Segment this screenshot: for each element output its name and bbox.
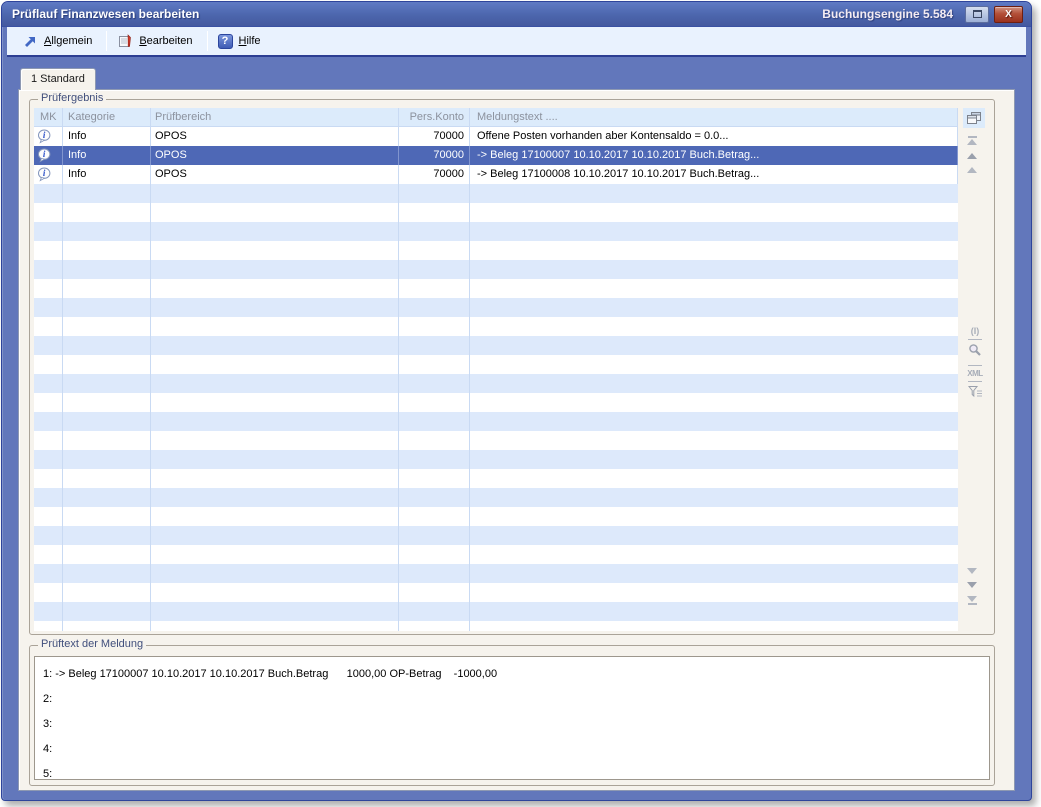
column-header-pruefbereich[interactable]: Prüfbereich: [151, 108, 399, 126]
pruefbereich-cell: OPOS: [151, 165, 399, 184]
kategorie-cell: Info: [63, 146, 151, 165]
bearbeiten-label: Bearbeiten: [139, 35, 192, 47]
scroll-up-button[interactable]: [967, 153, 977, 159]
scroll-up-icon: [967, 153, 977, 159]
table-body: i Info OPOS 70000 Offene Posten vorhande…: [34, 127, 958, 631]
scroll-page-up-button[interactable]: [967, 167, 977, 173]
mk-cell: i: [34, 127, 63, 146]
tab-standard[interactable]: 1 Standard: [20, 68, 96, 90]
table-row-selected[interactable]: i Info OPOS 70000 -> Beleg 17100007 10.1…: [34, 146, 958, 165]
pruefergebnis-groupbox: Prüfergebnis MK Kategorie Prüfbereich Pe…: [29, 99, 995, 635]
toolbar-separator: [106, 31, 107, 51]
tab-page: Prüfergebnis MK Kategorie Prüfbereich Pe…: [18, 89, 1015, 791]
mk-cell: i: [34, 146, 63, 165]
prueftext-line-2: 2:: [43, 687, 989, 712]
prueftext-line-3: 3:: [43, 712, 989, 737]
scroll-page-down-button[interactable]: [967, 568, 977, 574]
table-tools-group: (I) XML: [965, 326, 985, 403]
column-divider: [469, 127, 470, 631]
xml-export-button[interactable]: XML: [967, 369, 982, 378]
column-chooser-button[interactable]: [963, 108, 985, 128]
toolbar-separator: [207, 31, 208, 51]
scroll-down-icon: [967, 582, 977, 588]
table-header-row: MK Kategorie Prüfbereich Pers.Konto Meld…: [34, 108, 958, 127]
close-button[interactable]: X: [994, 6, 1023, 23]
prueftext-line-4: 4:: [43, 737, 989, 762]
prueftext-line-5: 5:: [43, 762, 989, 780]
restore-icon: [973, 10, 982, 18]
application-window: Prüflauf Finanzwesen bearbeiten Buchungs…: [1, 1, 1032, 801]
scroll-page-down-icon: [967, 568, 977, 574]
filter-button[interactable]: [968, 385, 983, 403]
window-title: Prüflauf Finanzwesen bearbeiten: [12, 7, 199, 21]
column-divider: [150, 127, 151, 631]
brackets-info-button[interactable]: (I): [971, 326, 980, 336]
table-row[interactable]: i Info OPOS 70000 Offene Posten vorhande…: [34, 127, 958, 146]
search-icon: [968, 343, 982, 357]
hilfe-button[interactable]: ? Hilfe: [210, 29, 273, 53]
meldungstext-cell: Offene Posten vorhanden aber Kontensaldo…: [470, 127, 958, 146]
column-header-mk[interactable]: MK: [34, 108, 63, 126]
result-table: MK Kategorie Prüfbereich Pers.Konto Meld…: [34, 108, 958, 632]
kategorie-cell: Info: [63, 127, 151, 146]
scroll-down-button[interactable]: [967, 582, 977, 588]
pers-konto-cell: 70000: [399, 146, 470, 165]
kategorie-cell: Info: [63, 165, 151, 184]
scroll-to-bottom-button[interactable]: [967, 596, 977, 605]
table-side-toolbar: (I) XML: [963, 108, 989, 632]
prueftext-groupbox: Prüftext der Meldung 1: -> Beleg 1710000…: [29, 645, 995, 786]
allgemein-button[interactable]: Allgemein: [15, 29, 104, 53]
column-divider: [62, 127, 63, 631]
pruefbereich-cell: OPOS: [151, 146, 399, 165]
column-chooser-icon: [966, 111, 982, 125]
search-button[interactable]: [968, 343, 982, 362]
help-icon: ?: [218, 34, 233, 49]
restore-button[interactable]: [965, 6, 989, 23]
mk-cell: i: [34, 165, 63, 184]
column-header-pers-konto[interactable]: Pers.Konto: [399, 108, 470, 126]
column-header-kategorie[interactable]: Kategorie: [63, 108, 151, 126]
meldungstext-cell: -> Beleg 17100008 10.10.2017 10.10.2017 …: [470, 165, 958, 184]
column-header-meldungstext[interactable]: Meldungstext ....: [470, 108, 958, 126]
arrow-up-right-icon: [23, 34, 38, 49]
scroll-page-up-icon: [967, 167, 977, 173]
filter-icon: [968, 385, 983, 398]
hilfe-label: Hilfe: [239, 35, 261, 47]
info-icon: i: [37, 148, 52, 163]
meldungstext-cell: -> Beleg 17100007 10.10.2017 10.10.2017 …: [470, 146, 958, 165]
allgemein-label: Allgemein: [44, 35, 92, 47]
titlebar: Prüflauf Finanzwesen bearbeiten Buchungs…: [2, 2, 1031, 27]
pers-konto-cell: 70000: [399, 165, 470, 184]
notepad-pen-icon: [117, 33, 133, 49]
scroll-to-top-icon: [968, 136, 977, 138]
info-icon: i: [37, 167, 52, 182]
table-row[interactable]: i Info OPOS 70000 -> Beleg 17100008 10.1…: [34, 165, 958, 184]
prueftext-line-1: 1: -> Beleg 17100007 10.10.2017 10.10.20…: [43, 662, 989, 687]
info-icon: i: [37, 129, 52, 144]
pers-konto-cell: 70000: [399, 127, 470, 146]
app-version-label: Buchungsengine 5.584: [822, 7, 953, 21]
prueftext-box[interactable]: 1: -> Beleg 17100007 10.10.2017 10.10.20…: [34, 656, 990, 780]
scroll-to-bottom-icon: [968, 603, 977, 605]
pruefbereich-cell: OPOS: [151, 127, 399, 146]
pruefergebnis-group-label: Prüfergebnis: [38, 92, 106, 104]
prueftext-group-label: Prüftext der Meldung: [38, 638, 146, 650]
toolbar: Allgemein Bearbeiten ? Hilfe: [7, 27, 1026, 57]
bearbeiten-button[interactable]: Bearbeiten: [109, 29, 204, 53]
close-icon: X: [1005, 9, 1012, 20]
column-divider: [398, 127, 399, 631]
scroll-up-group: [967, 132, 977, 177]
scroll-to-top-button[interactable]: [967, 136, 977, 145]
scroll-down-group: [967, 564, 977, 609]
